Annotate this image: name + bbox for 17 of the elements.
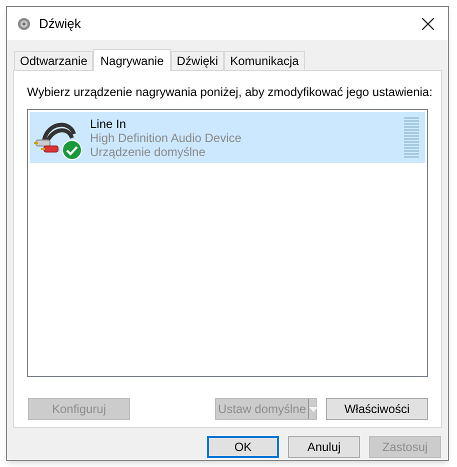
button-label: Ustaw domyślne bbox=[217, 401, 308, 418]
speaker-icon bbox=[17, 16, 31, 30]
tab[interactable]: Nagrywanie bbox=[93, 49, 171, 71]
device-status: Urządzenie domyślne bbox=[90, 144, 206, 158]
dialog-button[interactable]: Anuluj bbox=[288, 436, 360, 458]
dialog-button[interactable]: OK bbox=[207, 436, 279, 458]
device-name: Line In bbox=[90, 116, 128, 130]
tab[interactable]: Odtwarzanie bbox=[14, 51, 94, 70]
window-title: Dźwięk bbox=[39, 14, 81, 33]
tab[interactable]: Dźwięki bbox=[170, 51, 224, 70]
close-icon bbox=[422, 18, 434, 30]
button[interactable]: Właściwości bbox=[326, 398, 428, 420]
dropdown-arrow-icon bbox=[309, 406, 318, 412]
tab[interactable]: Komunikacja bbox=[224, 51, 305, 70]
level-meter bbox=[404, 117, 419, 158]
device-description: High Definition Audio Device bbox=[90, 130, 242, 144]
device-row[interactable]: Line In High Definition Audio Device Urządzenie domyślne bbox=[30, 112, 425, 163]
